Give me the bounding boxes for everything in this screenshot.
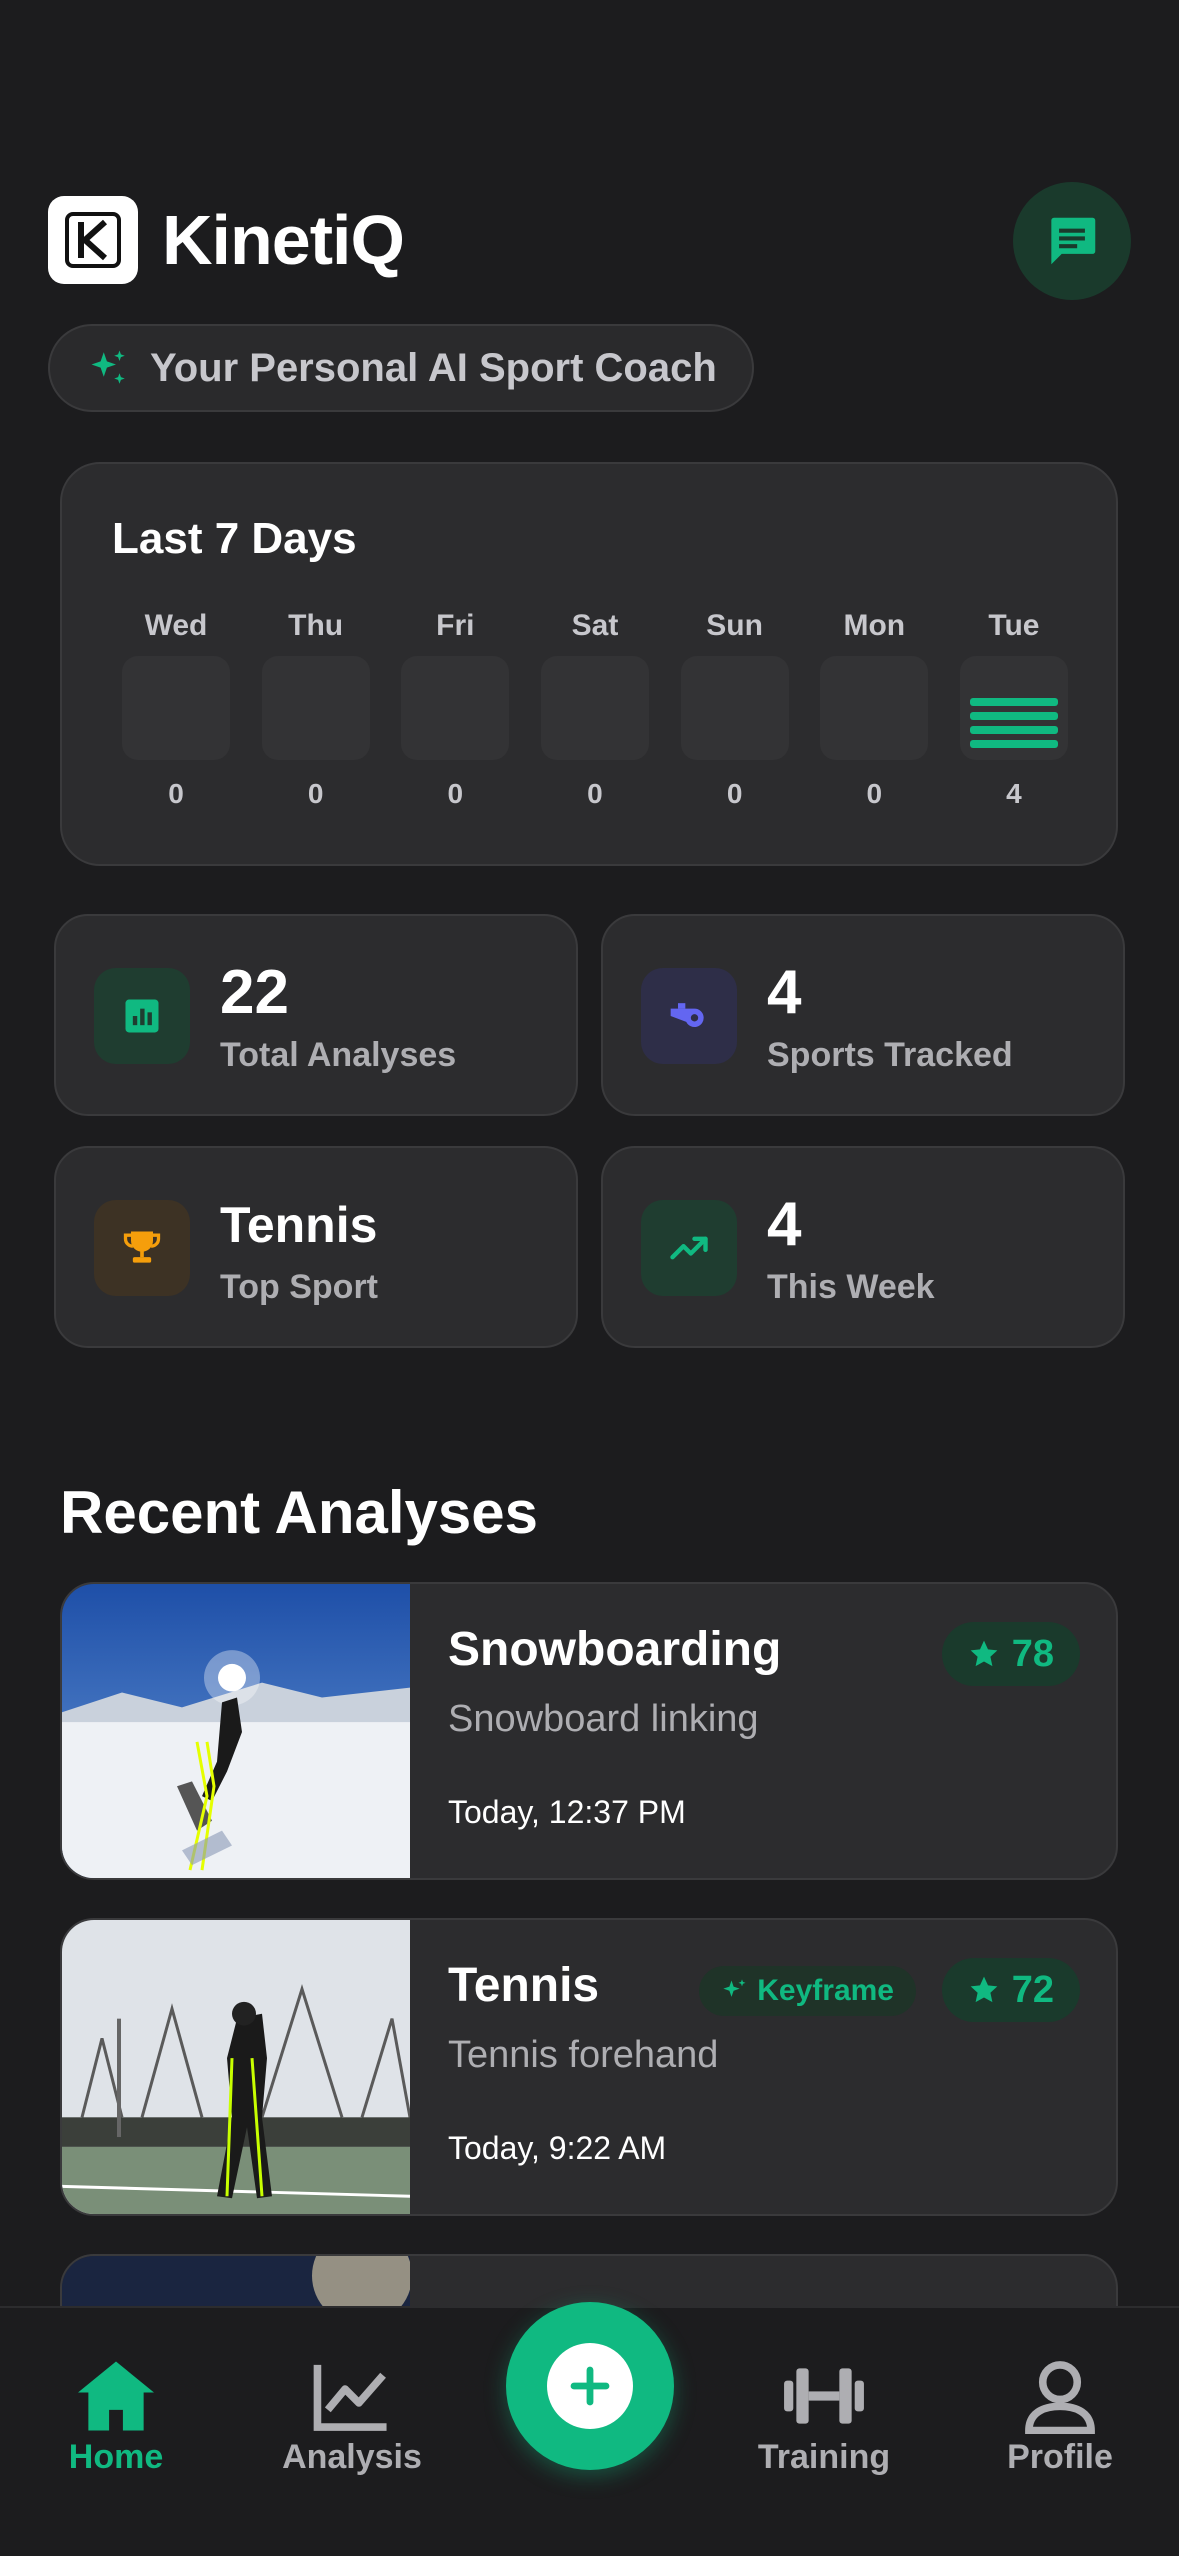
dumbbell-icon [784,2368,864,2424]
day-label: Tue [988,609,1040,642]
day-count: 0 [726,778,743,809]
stat-value: 22 [220,958,289,1027]
score-value: 78 [1011,1632,1054,1675]
analysis-time: Today, 12:37 PM [448,1794,686,1830]
nav-home[interactable]: Home [26,2358,206,2477]
score-value: 72 [1011,1968,1054,2011]
day-count: 0 [866,778,883,809]
activity-bar [969,712,1058,720]
stat-total-analyses[interactable]: 22 Total Analyses [54,914,578,1116]
day-thu: Thu 0 [260,606,372,826]
app-header: KinetiQ [48,182,1131,300]
stat-top-sport[interactable]: Tennis Top Sport [54,1146,578,1348]
stat-label: This Week [767,1268,935,1306]
app-logo [48,196,138,284]
stat-value: Tennis [220,1197,378,1253]
activity-bar [969,726,1058,734]
person-icon [1025,2361,1095,2434]
activity-box [959,656,1068,760]
bar-chart-icon [94,968,190,1064]
add-analysis-button[interactable] [506,2302,674,2470]
day-count: 0 [447,778,464,809]
day-label: Mon [843,609,906,642]
analysis-time: Today, 9:22 AM [448,2130,667,2166]
trophy-icon [94,1200,190,1296]
home-icon [78,2361,154,2431]
day-label: Wed [144,609,208,642]
day-count: 0 [307,778,324,809]
activity-bar [969,698,1058,706]
stat-sports-tracked[interactable]: 4 Sports Tracked [601,914,1125,1116]
nav-profile[interactable]: Profile [970,2358,1150,2477]
plus-icon [570,2366,610,2406]
day-sun: Sun 0 [679,606,791,826]
tagline-text: Your Personal AI Sport Coach [150,345,717,390]
week-title: Last 7 Days [112,514,357,563]
activity-box [122,656,230,760]
day-wed: Wed 0 [120,606,232,826]
day-label: Sat [571,609,619,642]
analysis-sport: Snowboarding [448,1623,782,1676]
tennis-thumbnail [62,1920,410,2214]
nav-label: Analysis [282,2438,422,2476]
nav-analysis[interactable]: Analysis [262,2358,442,2477]
trending-up-icon [641,1200,737,1296]
day-mon: Mon 0 [818,606,930,826]
stat-label: Total Analyses [220,1036,457,1074]
analysis-card-tennis[interactable]: Tennis Tennis forehand Today, 9:22 AM Ke… [60,1918,1118,2216]
day-count: 4 [1006,778,1022,809]
day-label: Fri [436,609,475,642]
day-label: Sun [706,609,763,642]
day-sat: Sat 0 [539,606,651,826]
analysis-description: Tennis forehand [448,2034,719,2076]
stat-value: 4 [767,958,802,1027]
stat-label: Top Sport [220,1268,378,1306]
last-7-days-card: Last 7 Days Wed 0 Thu 0 Fri 0 Sat 0 Sun … [60,462,1118,866]
day-fri: Fri 0 [399,606,511,826]
nav-label: Training [757,2438,891,2476]
sparkles-icon [91,350,125,384]
day-label: Thu [288,609,344,642]
analysis-card-snowboarding[interactable]: Snowboarding Snowboard linking Today, 12… [60,1582,1118,1880]
analysis-sport: Tennis [448,1959,600,2012]
k-logo-icon [65,212,121,268]
activity-box [820,656,929,760]
app-title: KinetiQ [162,201,405,279]
day-count: 0 [587,778,603,809]
stat-value: 4 [767,1190,802,1259]
chat-icon [1051,217,1096,265]
day-columns: Wed 0 Thu 0 Fri 0 Sat 0 Sun 0 Mon 0 Tue … [120,606,1070,826]
recent-analyses-title: Recent Analyses [60,1479,539,1546]
star-icon [970,1640,998,1667]
day-count: 0 [168,778,184,809]
activity-box [261,656,370,760]
activity-box [401,656,510,760]
bottom-nav: Home Analysis Training Profile [0,2302,1179,2556]
score-badge: 78 [941,1622,1080,1686]
coach-tagline-pill: Your Personal AI Sport Coach [48,324,754,412]
plus-circle [547,2343,633,2429]
sparkles-icon [723,1979,746,1997]
activity-bar [969,740,1058,748]
snowboarding-thumbnail [62,1584,410,1878]
star-icon [970,1976,998,2003]
activity-bars [969,698,1058,748]
chat-button[interactable] [1013,182,1131,300]
stat-this-week[interactable]: 4 This Week [601,1146,1125,1348]
nav-label: Profile [1007,2438,1113,2476]
analysis-description: Snowboard linking [448,1698,759,1740]
keyframe-label: Keyframe [757,1974,894,2007]
activity-box [540,656,649,760]
keyframe-badge: Keyframe [699,1966,916,2016]
activity-box [680,656,789,760]
day-tue: Tue 4 [958,606,1070,826]
line-chart-icon [313,2364,387,2431]
nav-training[interactable]: Training [734,2358,914,2477]
whistle-icon [641,968,737,1064]
nav-label: Home [68,2438,164,2476]
score-badge: 72 [941,1958,1080,2022]
stat-label: Sports Tracked [767,1036,1013,1074]
